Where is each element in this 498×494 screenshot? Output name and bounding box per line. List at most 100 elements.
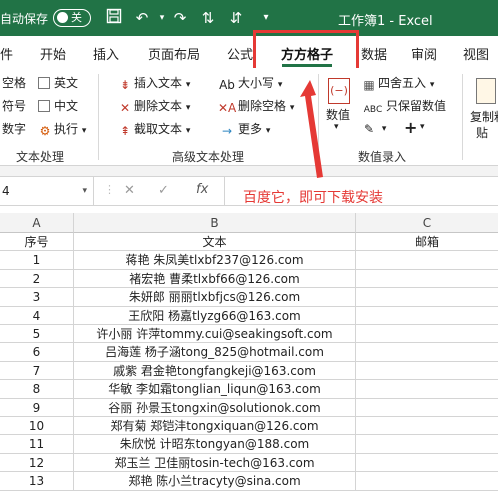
table-cell-id[interactable]: 12 [0,453,74,473]
header-cell[interactable]: 序号 [0,233,74,252]
table-cell-email[interactable] [356,454,498,473]
undo-dropdown-icon[interactable]: ▾ [152,8,172,28]
table-cell-text[interactable]: 朱妍郎 丽丽tlxbfjcs@126.com [74,288,356,307]
chinese-checkbox[interactable] [38,100,50,112]
tab-review[interactable]: 审阅 [411,44,437,63]
numeric-button[interactable]: 数值 [326,106,350,123]
insert-text-button[interactable]: ⇟ 插入文本 ▾ [118,74,190,92]
chevron-down-icon[interactable]: ▾ [82,177,87,205]
more-button[interactable]: → 更多 ▾ [218,120,270,138]
table-cell-email[interactable] [356,343,498,362]
tab-insert[interactable]: 插入 [93,44,119,63]
toggle-state: 关 [71,11,82,24]
chevron-down-icon: ▾ [420,122,425,132]
group-separator [318,74,319,160]
clipboard-icon [476,78,496,104]
insert-function-icon[interactable]: fx [196,182,208,197]
table-cell-email[interactable] [356,307,498,325]
table-cell-email[interactable] [356,325,498,344]
table-cell-id[interactable]: 9 [0,398,74,417]
ribbon-number-option[interactable]: 数字 [2,120,26,137]
table-cell-text[interactable]: 许小丽 许萍tommy.cui@seakingsoft.com [74,325,356,344]
tab-home[interactable]: 开始 [40,44,66,63]
table-cell-id[interactable]: 6 [0,343,74,362]
tab-formulas[interactable]: 公式 [227,44,253,63]
chevron-down-icon: ▾ [265,126,271,136]
name-box[interactable]: 4 ▾ [0,177,94,205]
document-title: 工作簿1 - Excel [338,14,433,29]
table-cell-text[interactable]: 吕海莲 杨子涵tong_825@hotmail.com [74,343,356,362]
chevron-down-icon: ▾ [185,103,191,113]
group-label-advanced: 高级文本处理 [172,150,245,164]
tab-data[interactable]: 数据 [361,44,387,63]
autosave-toggle[interactable]: 关 [53,9,91,27]
column-header-c[interactable]: C [356,213,498,233]
undo-icon[interactable]: ↶ [132,8,152,28]
english-checkbox[interactable] [38,77,50,89]
sort-ascending-icon[interactable]: ⇅ [198,8,218,28]
table-cell-text[interactable]: 华敏 李如霜tonglian_liqun@163.com [74,380,356,399]
table-cell-text[interactable]: 朱欣悦 计昭东tongyan@188.com [74,435,356,454]
table-cell-email[interactable] [356,417,498,436]
add-icon[interactable]: + [404,118,417,137]
customize-toolbar-icon[interactable]: ▾ [256,8,276,28]
case-button[interactable]: Ab 大小写 ▾ [218,74,282,92]
table-cell-email[interactable] [356,472,498,491]
round-button[interactable]: ▦ 四舍五入 ▾ [362,74,434,92]
table-cell-email[interactable] [356,288,498,307]
execute-button[interactable]: ⚙ 执行 ▾ [38,120,87,138]
chinese-checkbox-item[interactable]: 中文 [38,97,78,114]
table-cell-email[interactable] [356,270,498,289]
column-header-a[interactable]: A [0,213,74,233]
table-cell-text[interactable]: 戚紫 君金艳tongfangkeji@163.com [74,361,356,381]
table-cell-id[interactable]: 3 [0,288,74,307]
table-cell-id[interactable]: 1 [0,251,74,270]
table-cell-text[interactable]: 褚宏艳 曹柔tlxbf66@126.com [74,269,356,289]
extract-text-icon: ⇞ [119,124,131,138]
delete-text-icon: ✕ [119,101,131,115]
tab-file[interactable]: 件 [0,44,13,63]
redo-icon[interactable]: ↷ [170,8,190,28]
delete-text-button[interactable]: ✕ 删除文本 ▾ [118,97,190,115]
table-cell-id[interactable]: 11 [0,435,74,454]
table-cell-id[interactable]: 7 [0,361,74,381]
ribbon-tabs: 件 开始 插入 页面布局 公式 方方格子 数据 审阅 视图 [0,36,498,68]
column-header-b[interactable]: B [74,213,356,233]
table-cell-email[interactable] [356,251,498,270]
cancel-icon[interactable]: ✕ [124,183,135,198]
copy-paste-label-1[interactable]: 复制粘 [470,108,498,125]
table-cell-text[interactable]: 谷丽 孙景玉tongxin@solutionok.com [74,398,356,417]
table-cell-text[interactable]: 蒋艳 朱凤美tlxbf237@126.com [74,251,356,270]
table-cell-email[interactable] [356,435,498,454]
edit-button[interactable]: ✎ ▾ [362,120,386,136]
table-cell-email[interactable] [356,399,498,417]
tab-page-layout[interactable]: 页面布局 [148,44,200,63]
table-cell-text[interactable]: 郑有菊 郑铠沣tongxiquan@126.com [74,417,356,436]
tab-view[interactable]: 视图 [463,44,489,63]
table-cell-id[interactable]: 10 [0,417,74,436]
table-cell-id[interactable]: 8 [0,380,74,399]
delete-space-label: 删除空格 [238,99,287,113]
header-cell[interactable]: 文本 [74,233,356,252]
chevron-down-icon: ▾ [185,126,191,136]
confirm-icon[interactable]: ✓ [158,183,169,198]
copy-paste-label-2[interactable]: 贴 [476,124,488,141]
ribbon-symbol-option[interactable]: 符号 [2,97,26,114]
extract-text-button[interactable]: ⇞ 截取文本 ▾ [118,120,190,138]
table-cell-text[interactable]: 郑艳 陈小兰tracyty@sina.com [74,472,356,491]
table-cell-id[interactable]: 5 [0,325,74,344]
table-cell-email[interactable] [356,362,498,381]
keep-value-button[interactable]: ABC 只保留数值 [362,97,446,117]
table-cell-id[interactable]: 2 [0,269,74,289]
table-cell-email[interactable] [356,380,498,399]
table-cell-id[interactable]: 4 [0,306,74,325]
save-icon[interactable] [104,8,124,28]
delete-space-button[interactable]: ✕A 删除空格 ▾ [218,97,294,115]
table-cell-text[interactable]: 王欣阳 杨嘉tlyzg66@163.com [74,306,356,325]
table-cell-id[interactable]: 13 [0,472,74,491]
header-cell[interactable]: 邮箱 [356,233,498,252]
ribbon-space-option[interactable]: 空格 [2,74,26,91]
table-cell-text[interactable]: 郑玉兰 卫佳丽tosin-tech@163.com [74,453,356,473]
english-checkbox-item[interactable]: 英文 [38,74,78,91]
sort-descending-icon[interactable]: ⇵ [226,8,246,28]
